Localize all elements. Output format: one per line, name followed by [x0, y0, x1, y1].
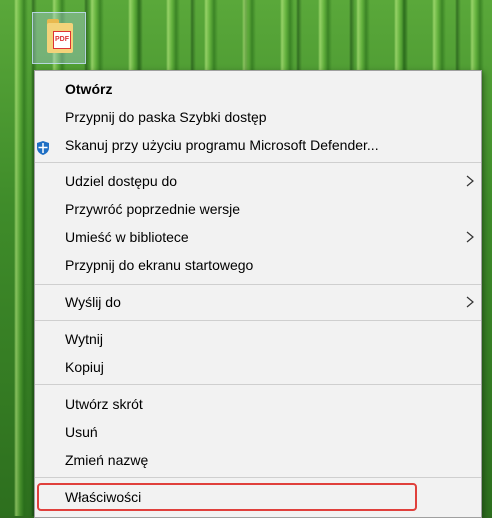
- menu-item-label: Umieść w bibliotece: [65, 229, 189, 245]
- menu-item-label: Otwórz: [65, 81, 113, 97]
- menu-item-send-to[interactable]: Wyślij do: [35, 288, 481, 316]
- chevron-right-icon: [463, 288, 477, 316]
- menu-separator: [35, 477, 481, 478]
- menu-item-pin-quick-access[interactable]: Przypnij do paska Szybki dostęp: [35, 103, 481, 131]
- selected-file-icon[interactable]: PDF: [32, 12, 86, 64]
- menu-item-label: Przywróć poprzednie wersje: [65, 201, 241, 217]
- menu-item-scan-defender[interactable]: Skanuj przy użyciu programu Microsoft De…: [35, 131, 481, 159]
- menu-item-give-access[interactable]: Udziel dostępu do: [35, 167, 481, 195]
- menu-item-label: Usuń: [65, 424, 98, 440]
- pdf-file-icon: PDF: [47, 17, 73, 53]
- menu-item-label: Kopiuj: [65, 359, 104, 375]
- menu-item-label: Przypnij do paska Szybki dostęp: [65, 109, 267, 125]
- chevron-right-icon: [463, 167, 477, 195]
- menu-item-pin-start[interactable]: Przypnij do ekranu startowego: [35, 251, 481, 279]
- menu-item-rename[interactable]: Zmień nazwę: [35, 446, 481, 474]
- menu-item-label: Udziel dostępu do: [65, 173, 178, 189]
- menu-item-delete[interactable]: Usuń: [35, 418, 481, 446]
- shield-icon: [35, 137, 51, 155]
- menu-separator: [35, 384, 481, 385]
- menu-item-label: Zmień nazwę: [65, 452, 149, 468]
- pdf-badge: PDF: [53, 31, 71, 49]
- menu-item-label: Wytnij: [65, 331, 103, 347]
- menu-separator: [35, 320, 481, 321]
- menu-item-restore-versions[interactable]: Przywróć poprzednie wersje: [35, 195, 481, 223]
- menu-item-label: Wyślij do: [65, 294, 121, 310]
- context-menu: Otwórz Przypnij do paska Szybki dostęp S…: [34, 70, 482, 518]
- menu-separator: [35, 284, 481, 285]
- chevron-right-icon: [463, 223, 477, 251]
- menu-item-include-library[interactable]: Umieść w bibliotece: [35, 223, 481, 251]
- menu-item-open[interactable]: Otwórz: [35, 75, 481, 103]
- menu-item-create-shortcut[interactable]: Utwórz skrót: [35, 390, 481, 418]
- menu-item-cut[interactable]: Wytnij: [35, 325, 481, 353]
- menu-item-label: Utwórz skrót: [65, 396, 143, 412]
- properties-highlight-box: [37, 483, 417, 511]
- menu-separator: [35, 162, 481, 163]
- menu-item-label: Skanuj przy użyciu programu Microsoft De…: [65, 137, 379, 153]
- menu-item-label: Przypnij do ekranu startowego: [65, 257, 254, 273]
- menu-item-copy[interactable]: Kopiuj: [35, 353, 481, 381]
